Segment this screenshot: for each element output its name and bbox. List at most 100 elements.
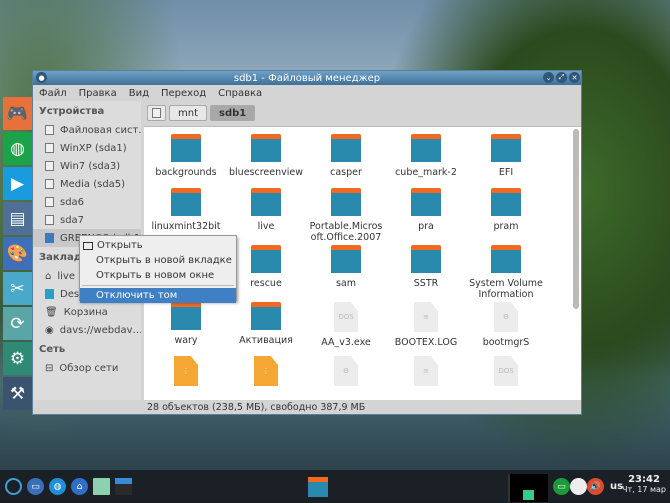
drive-icon xyxy=(45,161,54,171)
desktop-switcher-icon[interactable] xyxy=(115,478,132,495)
file-name: wary xyxy=(174,335,198,346)
sidebar-item-network[interactable]: ⊟ Обзор сети xyxy=(33,359,141,377)
label: Корзина xyxy=(63,306,108,318)
file-item[interactable]: ⚙ bootmgrS xyxy=(466,302,546,354)
system-monitor xyxy=(508,474,548,502)
file-name: rescue xyxy=(250,278,282,289)
file-item[interactable]: ⋮ xyxy=(146,356,226,400)
menu-go[interactable]: Переход xyxy=(161,88,206,99)
file-item[interactable]: pram xyxy=(466,188,546,243)
label: Обзор сети xyxy=(59,362,119,374)
file-item[interactable]: ≡ BOOTEX.LOG xyxy=(386,302,466,354)
gear-file-icon: ⚙ xyxy=(494,302,518,332)
folder-icon xyxy=(251,134,281,162)
clock-date: Чт, 17 мар xyxy=(622,485,666,494)
file-item[interactable]: wary xyxy=(146,302,226,354)
file-item[interactable]: cube_mark-2 xyxy=(386,134,466,186)
file-name: casper xyxy=(330,167,362,178)
clock[interactable]: 23:42 Чт, 17 мар xyxy=(622,474,666,494)
menu-file[interactable]: Файл xyxy=(39,88,67,99)
sidebar-item-bookmark[interactable]: 🗑 Корзина xyxy=(33,303,141,321)
menu-item-open[interactable]: Открыть xyxy=(80,238,236,253)
file-item[interactable]: live xyxy=(226,188,306,243)
sidebar-item-bookmark[interactable]: ◉ davs://webdav… xyxy=(33,321,141,339)
menu-item-unmount[interactable]: Отключить том xyxy=(80,288,236,303)
menu-view[interactable]: Вид xyxy=(129,88,149,99)
menu-item-open-tab[interactable]: Открыть в новой вкладке xyxy=(80,253,236,268)
scrollbar[interactable] xyxy=(573,129,579,309)
menu-item-open-window[interactable]: Открыть в новом окне xyxy=(80,268,236,283)
sidebar-item-device[interactable]: Win7 (sda3) xyxy=(33,157,141,175)
scissors-icon[interactable]: ✂ xyxy=(3,272,32,305)
cpu-bar xyxy=(523,490,534,500)
file-manager-task-icon[interactable] xyxy=(308,477,328,497)
sidebar-item-device[interactable]: Файловая сист… xyxy=(33,121,141,139)
sidebar-item-device[interactable]: sda6 xyxy=(33,193,141,211)
file-item[interactable]: backgrounds xyxy=(146,134,226,186)
file-item[interactable]: SSTR xyxy=(386,245,466,300)
root-crumb[interactable] xyxy=(147,105,166,121)
file-item[interactable]: bluescreenview xyxy=(226,134,306,186)
folder-icon xyxy=(251,245,281,273)
sidebar-item-device[interactable]: WinXP (sda1) xyxy=(33,139,141,157)
network-header: Сеть xyxy=(39,344,66,355)
label: live xyxy=(57,270,75,282)
sync-icon[interactable]: ⟳ xyxy=(3,307,32,340)
sidebar-item-device[interactable]: sda7 xyxy=(33,211,141,229)
drive-icon xyxy=(45,125,54,135)
file-name: cube_mark-2 xyxy=(395,167,457,178)
status-bar: 28 объектов (238,5 МБ), свободно 387,9 М… xyxy=(144,400,581,414)
file-item[interactable]: Portable.Microsoft.Office.2007 xyxy=(306,188,386,243)
start-icon[interactable] xyxy=(5,478,22,495)
file-item[interactable]: DOS AA_v3.exe xyxy=(306,302,386,354)
zip-file-icon: ⋮ xyxy=(174,356,198,386)
maximize-button[interactable]: ⤢ xyxy=(556,72,567,83)
folder-icon xyxy=(331,134,361,162)
file-item[interactable]: casper xyxy=(306,134,386,186)
dos-file-icon: DOS xyxy=(494,356,518,386)
sidebar-item-device[interactable]: Media (sda5) xyxy=(33,175,141,193)
volume-icon[interactable]: 🔊 xyxy=(587,478,604,495)
network-tray-icon[interactable]: ▭ xyxy=(553,478,570,495)
file-item[interactable]: pra xyxy=(386,188,466,243)
menu-help[interactable]: Справка xyxy=(218,88,262,99)
globe-icon[interactable]: ◍ xyxy=(3,132,32,165)
notes-icon[interactable] xyxy=(93,478,110,495)
file-item[interactable]: System Volume Information xyxy=(466,245,546,300)
file-item[interactable]: Активация xyxy=(226,302,306,354)
home-icon[interactable]: ⌂ xyxy=(71,478,88,495)
file-item[interactable]: ⋮ xyxy=(226,356,306,400)
file-item[interactable]: DOS xyxy=(466,356,546,400)
browser-icon[interactable]: ◍ xyxy=(49,478,66,495)
minimize-button[interactable]: ⌄ xyxy=(543,72,554,83)
games-icon[interactable]: 🎮 xyxy=(3,97,32,130)
file-name: BOOTEX.LOG xyxy=(394,337,458,348)
file-item[interactable]: ≡ xyxy=(386,356,466,400)
label: Открыть xyxy=(97,240,143,251)
file-item[interactable]: rescue xyxy=(226,245,306,300)
folder-icon xyxy=(171,188,201,216)
folder-icon xyxy=(251,302,281,330)
drive-icon xyxy=(45,215,54,225)
crumb-sdb1[interactable]: sdb1 xyxy=(210,105,256,121)
title-bar[interactable]: ● sdb1 - Файловый менеджер ⌄ ⤢ ✕ xyxy=(33,71,581,85)
close-button[interactable]: ✕ xyxy=(569,72,580,83)
status-tray-icon[interactable] xyxy=(570,478,587,495)
paint-icon[interactable]: 🎨 xyxy=(3,237,32,270)
document-icon[interactable]: ▤ xyxy=(3,202,32,235)
crumb-mnt[interactable]: mnt xyxy=(169,105,207,121)
window-menu-icon[interactable]: ● xyxy=(36,72,47,83)
text-file-icon: ≡ xyxy=(414,356,438,386)
devices-header: Устройства xyxy=(39,106,105,117)
file-name: SSTR xyxy=(413,278,439,289)
play-icon[interactable]: ▶ xyxy=(3,167,32,200)
tools-icon[interactable]: ⚒ xyxy=(3,377,32,410)
folder-icon xyxy=(411,188,441,216)
label: sda6 xyxy=(60,196,85,208)
file-item[interactable]: sam xyxy=(306,245,386,300)
file-item[interactable]: ⚙ xyxy=(306,356,386,400)
gear-icon[interactable]: ⚙ xyxy=(3,342,32,375)
terminal-icon[interactable]: ▭ xyxy=(27,478,44,495)
file-item[interactable]: EFI xyxy=(466,134,546,186)
menu-edit[interactable]: Правка xyxy=(79,88,117,99)
